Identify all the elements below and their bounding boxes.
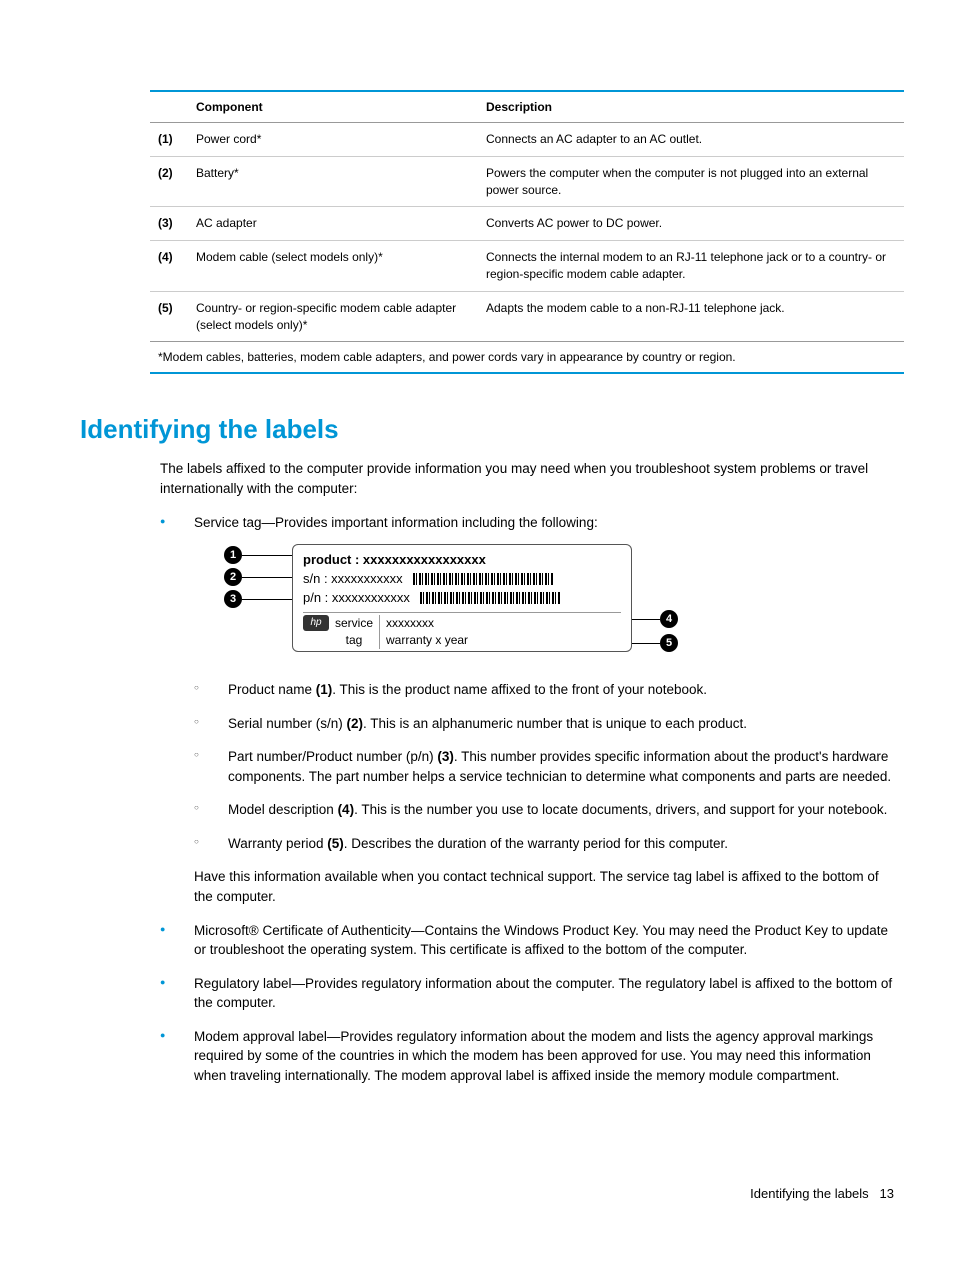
section-heading: Identifying the labels bbox=[80, 414, 904, 445]
tag-label-box: product : xxxxxxxxxxxxxxxxx s/n : xxxxxx… bbox=[292, 544, 632, 652]
service-tag-diagram: 1 2 3 4 5 product : xxxxxxxxxxxxxxxxx s/… bbox=[224, 544, 684, 664]
table-row: (5) Country- or region-specific modem ca… bbox=[150, 292, 904, 343]
table-row: (3) AC adapter Converts AC power to DC p… bbox=[150, 207, 904, 241]
header-component: Component bbox=[196, 100, 486, 114]
sub-item: Model description (4). This is the numbe… bbox=[194, 800, 894, 820]
tag-tag: tag bbox=[335, 632, 373, 649]
table-row: (1) Power cord* Connects an AC adapter t… bbox=[150, 123, 904, 157]
callout-1: 1 bbox=[224, 546, 242, 564]
sub-post: . This is the product name affixed to th… bbox=[332, 682, 707, 697]
row-description: Powers the computer when the computer is… bbox=[486, 165, 904, 199]
sub-bold: (5) bbox=[327, 836, 344, 851]
row-num: (2) bbox=[150, 165, 196, 199]
row-description: Connects the internal modem to an RJ-11 … bbox=[486, 249, 904, 283]
callout-4: 4 bbox=[660, 610, 678, 628]
have-info-paragraph: Have this information available when you… bbox=[194, 867, 894, 906]
row-component: Modem cable (select models only)* bbox=[196, 249, 486, 283]
table-header: Component Description bbox=[150, 92, 904, 123]
row-description: Connects an AC adapter to an AC outlet. bbox=[486, 131, 904, 148]
row-description: Adapts the modem cable to a non-RJ-11 te… bbox=[486, 300, 904, 334]
tag-warranty: warranty x year bbox=[386, 632, 468, 649]
sub-pre: Warranty period bbox=[228, 836, 327, 851]
sub-item: Warranty period (5). Describes the durat… bbox=[194, 834, 894, 854]
sub-pre: Product name bbox=[228, 682, 316, 697]
bullet-modem-approval: Modem approval label—Provides regulatory… bbox=[160, 1027, 894, 1086]
callout-5: 5 bbox=[660, 634, 678, 652]
leader-line bbox=[242, 599, 296, 600]
sub-bold: (1) bbox=[316, 682, 333, 697]
callout-2: 2 bbox=[224, 568, 242, 586]
sub-post: . This is an alphanumeric number that is… bbox=[363, 716, 747, 731]
row-num: (1) bbox=[150, 131, 196, 148]
row-num: (4) bbox=[150, 249, 196, 283]
row-component: AC adapter bbox=[196, 215, 486, 232]
header-description: Description bbox=[486, 100, 904, 114]
hp-logo-icon: hp bbox=[303, 615, 329, 631]
sub-pre: Model description bbox=[228, 802, 338, 817]
sub-bold: (3) bbox=[437, 749, 454, 764]
page-footer: Identifying the labels 13 bbox=[50, 1186, 904, 1201]
sub-bold: (4) bbox=[338, 802, 355, 817]
leader-line bbox=[242, 577, 296, 578]
bullet-regulatory: Regulatory label—Provides regulatory inf… bbox=[160, 974, 894, 1013]
bullet-text: Service tag—Provides important informati… bbox=[194, 515, 598, 530]
leader-line bbox=[242, 555, 296, 556]
row-num: (5) bbox=[150, 300, 196, 334]
intro-paragraph: The labels affixed to the computer provi… bbox=[160, 459, 894, 498]
sub-pre: Serial number (s/n) bbox=[228, 716, 347, 731]
tag-product: product : xxxxxxxxxxxxxxxxx bbox=[303, 551, 486, 570]
sub-bold: (2) bbox=[347, 716, 364, 731]
callout-3: 3 bbox=[224, 590, 242, 608]
tag-service: service bbox=[335, 615, 373, 632]
footer-title: Identifying the labels bbox=[750, 1186, 869, 1201]
tag-model: xxxxxxxx bbox=[386, 615, 468, 632]
sub-item: Serial number (s/n) (2). This is an alph… bbox=[194, 714, 894, 734]
row-component: Power cord* bbox=[196, 131, 486, 148]
tag-pn: p/n : xxxxxxxxxxxx bbox=[303, 589, 410, 608]
row-component: Country- or region-specific modem cable … bbox=[196, 300, 486, 334]
row-description: Converts AC power to DC power. bbox=[486, 215, 904, 232]
sub-item: Part number/Product number (p/n) (3). Th… bbox=[194, 747, 894, 786]
footer-page-number: 13 bbox=[880, 1186, 894, 1201]
bullet-coa: Microsoft® Certificate of Authenticity—C… bbox=[160, 921, 894, 960]
row-component: Battery* bbox=[196, 165, 486, 199]
bullet-service-tag: Service tag—Provides important informati… bbox=[160, 513, 894, 907]
row-num: (3) bbox=[150, 215, 196, 232]
sub-item: Product name (1). This is the product na… bbox=[194, 680, 894, 700]
barcode-icon bbox=[420, 592, 560, 604]
table-row: (2) Battery* Powers the computer when th… bbox=[150, 157, 904, 208]
sub-pre: Part number/Product number (p/n) bbox=[228, 749, 437, 764]
tag-sn: s/n : xxxxxxxxxxx bbox=[303, 570, 403, 589]
components-table: Component Description (1) Power cord* Co… bbox=[150, 90, 904, 374]
sub-post: . Describes the duration of the warranty… bbox=[344, 836, 728, 851]
sub-post: . This is the number you use to locate d… bbox=[354, 802, 887, 817]
barcode-icon bbox=[413, 573, 553, 585]
table-row: (4) Modem cable (select models only)* Co… bbox=[150, 241, 904, 292]
table-footnote: *Modem cables, batteries, modem cable ad… bbox=[150, 342, 904, 372]
